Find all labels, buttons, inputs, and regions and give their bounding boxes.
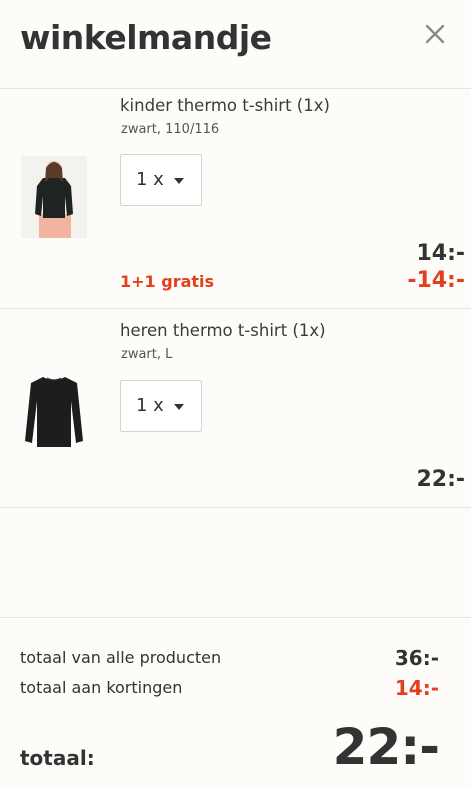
- quantity-value: 1 x: [136, 395, 164, 416]
- product-name[interactable]: heren thermo t-shirt (1x): [120, 321, 326, 340]
- promo-label: 1+1 gratis: [120, 272, 215, 291]
- product-image[interactable]: [21, 156, 87, 238]
- cart-header: winkelmandje: [0, 0, 471, 89]
- products-total-label: totaal van alle producten: [20, 648, 222, 667]
- grand-total-label: totaal:: [20, 746, 95, 770]
- cart-item: heren thermo t-shirt (1x) zwart, L 1 x 2…: [0, 309, 471, 508]
- products-total-value: 36:-: [394, 646, 439, 670]
- quantity-select[interactable]: 1 x: [120, 154, 202, 206]
- item-price: 22:-: [416, 467, 465, 492]
- product-variant: zwart, L: [121, 347, 173, 362]
- item-discount: -14:-: [407, 268, 465, 293]
- product-image[interactable]: [21, 369, 87, 451]
- cart-summary: totaal van alle producten 36:- totaal aa…: [0, 617, 471, 787]
- grand-total-value: 22:-: [332, 718, 440, 776]
- close-icon: [425, 24, 445, 44]
- chevron-down-icon: [174, 404, 184, 410]
- discounts-total-label: totaal aan kortingen: [20, 678, 183, 697]
- item-price: 14:-: [416, 241, 465, 266]
- product-name[interactable]: kinder thermo t-shirt (1x): [120, 96, 330, 115]
- cart-item: kinder thermo t-shirt (1x) zwart, 110/11…: [0, 88, 471, 309]
- page-title: winkelmandje: [20, 18, 272, 57]
- discounts-total-value: 14:-: [394, 676, 439, 700]
- product-variant: zwart, 110/116: [121, 122, 220, 137]
- quantity-select[interactable]: 1 x: [120, 380, 202, 432]
- quantity-value: 1 x: [136, 169, 164, 190]
- chevron-down-icon: [174, 178, 184, 184]
- close-button[interactable]: [423, 20, 447, 48]
